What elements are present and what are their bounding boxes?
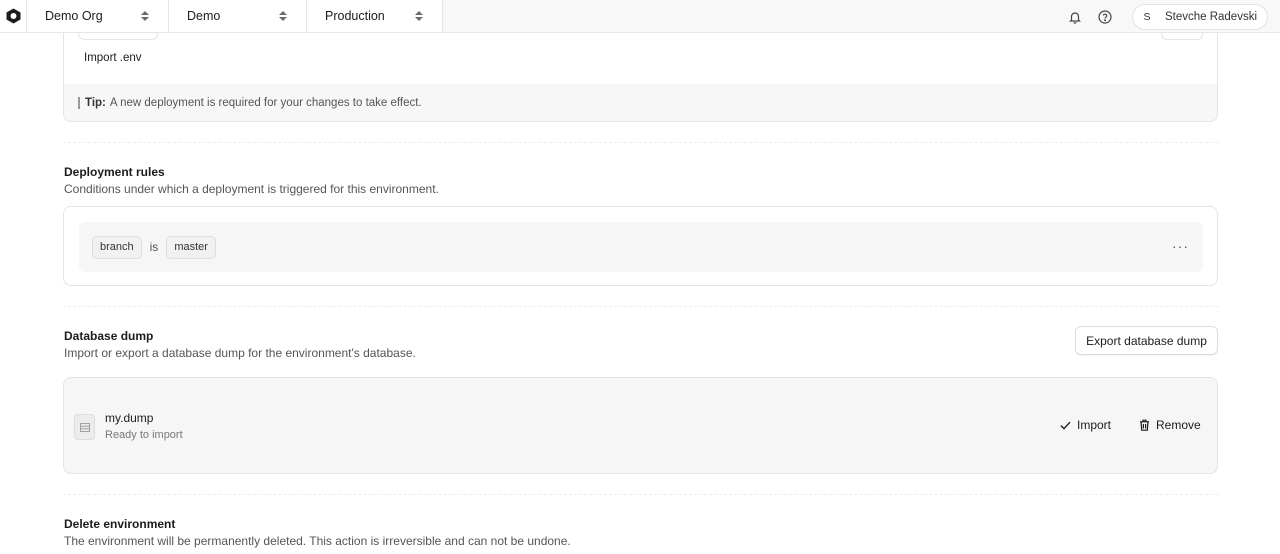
remove-dump-label: Remove [1156, 418, 1201, 432]
section-divider [63, 306, 1218, 307]
dump-file-status: Ready to import [105, 429, 183, 441]
breadcrumb-project-label: Demo [187, 9, 221, 23]
deployment-rules-card: branch is master ··· [63, 206, 1218, 286]
import-dump-label: Import [1077, 418, 1112, 432]
deployment-rules-description: Conditions under which a deployment is t… [64, 182, 439, 196]
file-table-icon [74, 414, 95, 440]
import-dump-button[interactable]: Import [1060, 418, 1111, 432]
database-dump-card: my.dump Ready to import Import Remove [63, 377, 1218, 474]
hexagon-logo-icon[interactable] [0, 0, 26, 32]
chevron-up-down-icon [140, 11, 150, 21]
import-env-button[interactable]: Import .env [84, 52, 142, 64]
section-divider [63, 142, 1218, 143]
more-options-icon[interactable]: ··· [1172, 238, 1189, 254]
tip-text: A new deployment is required for your ch… [109, 96, 422, 109]
trash-icon [1139, 419, 1150, 431]
remove-dump-button[interactable]: Remove [1139, 418, 1201, 432]
deployment-rules-title: Deployment rules [64, 165, 165, 179]
deployment-rule-row: branch is master ··· [79, 222, 1203, 272]
tip-banner: Tip: A new deployment is required for yo… [64, 84, 1217, 121]
chevron-up-down-icon [278, 11, 288, 21]
chevron-up-down-icon [414, 11, 424, 21]
export-database-dump-button[interactable]: Export database dump [1075, 326, 1218, 355]
rule-value-pill: master [166, 235, 216, 259]
delete-environment-description: The environment will be permanently dele… [64, 534, 571, 548]
bell-icon[interactable] [1060, 2, 1090, 32]
top-bar: Demo Org Demo Production S Stevche Radev… [0, 0, 1280, 33]
breadcrumb-environment-label: Production [325, 9, 385, 23]
database-dump-description: Import or export a database dump for the… [64, 346, 416, 360]
section-divider [63, 494, 1218, 495]
rule-operator: is [149, 240, 159, 254]
dump-file-name: my.dump [105, 411, 154, 425]
tip-marker [78, 96, 80, 109]
breadcrumb-org-label: Demo Org [45, 9, 103, 23]
database-dump-title: Database dump [64, 329, 154, 343]
help-circle-icon[interactable] [1090, 2, 1120, 32]
rule-field-pill: branch [92, 235, 142, 259]
breadcrumb-org-selector[interactable]: Demo Org [26, 0, 168, 32]
user-name: Stevche Radevski [1164, 10, 1257, 23]
avatar: S [1143, 10, 1151, 23]
check-icon [1060, 421, 1071, 430]
tip-label: Tip: [85, 96, 106, 109]
breadcrumb-environment-selector[interactable]: Production [306, 0, 443, 32]
user-menu[interactable]: S Stevche Radevski [1131, 3, 1268, 30]
breadcrumb-project-selector[interactable]: Demo [168, 0, 306, 32]
delete-environment-title: Delete environment [64, 517, 176, 531]
